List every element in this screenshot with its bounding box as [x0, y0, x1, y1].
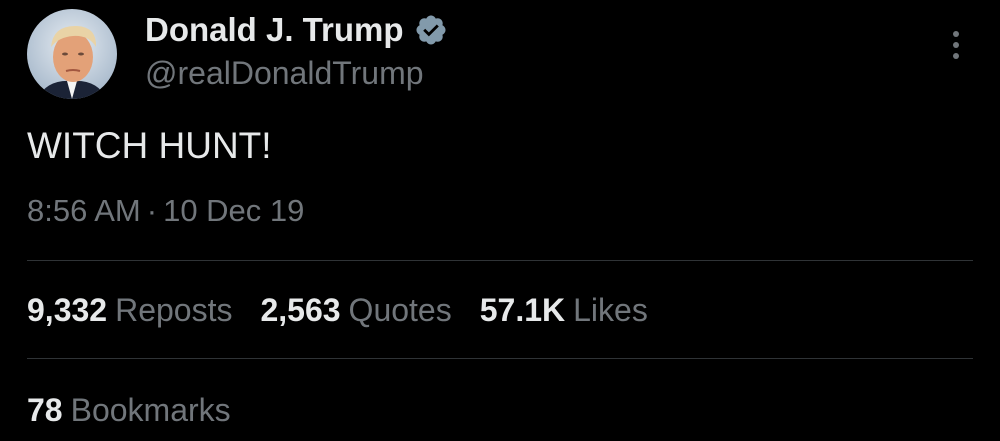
reposts-label: Reposts	[115, 292, 233, 328]
reposts-count: 9,332	[27, 292, 108, 328]
avatar-image	[27, 9, 117, 99]
author-display-name[interactable]: Donald J. Trump	[145, 11, 448, 49]
likes-count: 57.1K	[479, 292, 566, 328]
likes-label: Likes	[573, 292, 648, 328]
engagement-stats: 9,332 Reposts 2,563 Quotes 57.1K Likes	[27, 292, 676, 329]
quotes-count: 2,563	[260, 292, 341, 328]
verified-badge-icon[interactable]	[414, 13, 448, 47]
more-vertical-icon[interactable]	[942, 26, 970, 64]
tweet-text: WITCH HUNT!	[27, 125, 272, 166]
likes-stat[interactable]: 57.1K Likes	[480, 292, 648, 329]
avatar[interactable]	[27, 9, 117, 99]
quotes-stat[interactable]: 2,563 Quotes	[260, 292, 451, 329]
reposts-stat[interactable]: 9,332 Reposts	[27, 292, 232, 329]
divider	[27, 358, 973, 359]
meta-separator: ·	[146, 193, 158, 228]
tweet-date: 10 Dec 19	[163, 193, 305, 228]
tweet-timestamp[interactable]: 8:56 AM · 10 Dec 19	[27, 193, 304, 229]
tweet-detail: Donald J. Trump @realDonaldTrump WITCH H…	[0, 0, 1000, 441]
bookmarks-label: Bookmarks	[70, 392, 231, 428]
bookmarks-count: 78	[27, 392, 63, 428]
author-name-text: Donald J. Trump	[145, 11, 404, 48]
tweet-time: 8:56 AM	[27, 193, 141, 228]
divider	[27, 260, 973, 261]
author-handle[interactable]: @realDonaldTrump	[145, 55, 424, 92]
quotes-label: Quotes	[348, 292, 452, 328]
bookmarks-stat[interactable]: 78 Bookmarks	[27, 392, 231, 429]
